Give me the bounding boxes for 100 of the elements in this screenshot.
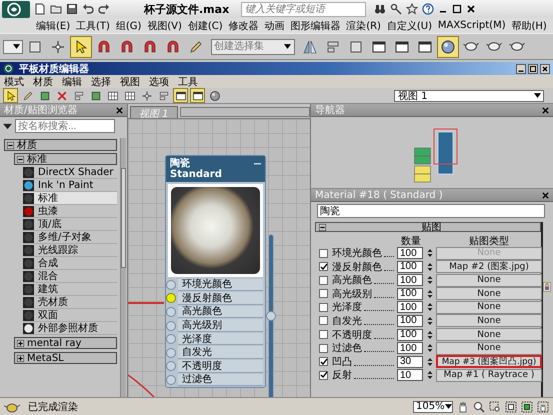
view-dropdown[interactable]: 视图 1 (394, 90, 544, 102)
node-slot[interactable]: 高光级别 (178, 319, 263, 332)
menu-item[interactable]: 视图(V) (147, 18, 182, 32)
material-item[interactable]: 多维/子对象 (23, 231, 117, 244)
spinner-icon[interactable] (427, 262, 433, 272)
material-item[interactable]: 光线跟踪 (23, 244, 117, 257)
material-item[interactable]: 混合 (23, 270, 117, 283)
close-icon[interactable] (542, 106, 549, 114)
input-port[interactable] (166, 348, 176, 358)
menu-item[interactable]: 创建(C) (188, 18, 223, 32)
checkbox[interactable] (319, 302, 328, 312)
scrollbar[interactable] (120, 138, 126, 397)
menu-item[interactable]: 编辑 (62, 74, 82, 88)
zoom-extents-icon[interactable] (505, 400, 517, 412)
map-button[interactable]: None (436, 342, 542, 355)
material-item[interactable]: 虫漆 (23, 205, 117, 218)
rollout-header[interactable]: 贴图 (315, 222, 541, 232)
close-icon[interactable] (542, 192, 549, 198)
spinner-icon[interactable] (427, 302, 433, 312)
amount-field[interactable]: 100 (397, 314, 423, 327)
group-header[interactable]: 材质 (4, 139, 117, 151)
node-slot[interactable]: 过滤色 (178, 374, 263, 386)
toolbar-button[interactable] (190, 88, 205, 103)
input-port[interactable] (166, 306, 176, 317)
hand-icon[interactable] (457, 400, 469, 412)
material-item[interactable]: 标准 (23, 192, 117, 205)
search-field[interactable]: 按名称搜索... (15, 119, 115, 133)
menu-item[interactable]: 图形编辑器 (290, 18, 340, 32)
amount-field[interactable]: 100 (397, 274, 423, 286)
save-icon[interactable] (66, 3, 78, 15)
spinner-icon[interactable] (427, 288, 433, 299)
amount-field[interactable]: 100 (397, 342, 423, 354)
menu-item[interactable]: MAXScript(M) (438, 20, 506, 31)
group-header[interactable]: MetaSL (14, 352, 117, 364)
input-port[interactable] (166, 361, 176, 372)
checkbox[interactable] (319, 316, 328, 326)
spinner-icon[interactable] (427, 275, 433, 286)
toolbar-button[interactable] (3, 88, 18, 103)
map-button[interactable]: None (436, 274, 542, 287)
spinner-icon[interactable] (427, 343, 433, 354)
redo-icon[interactable] (98, 3, 110, 15)
amount-field[interactable]: 100 (397, 288, 423, 300)
menu-item[interactable]: 帮助(H) (512, 18, 547, 32)
teapot-icon[interactable] (4, 400, 20, 412)
map-button[interactable]: Map #1 ( Raytrace ) (436, 368, 542, 382)
checkbox[interactable] (319, 370, 328, 380)
spinner-icon[interactable] (427, 370, 433, 380)
input-port[interactable] (166, 334, 176, 344)
maximize-icon[interactable] (528, 64, 538, 74)
input-port[interactable] (166, 374, 176, 385)
filter-icon[interactable] (3, 122, 12, 130)
map-button[interactable]: None (436, 287, 542, 300)
material-name-field[interactable]: 陶瓷 (317, 204, 545, 218)
menu-item[interactable]: 材质 (33, 74, 53, 88)
spinner-icon[interactable] (427, 330, 433, 340)
binoculars-icon[interactable] (374, 3, 386, 15)
map-button[interactable]: Map #2 (图案.jpg) (436, 260, 542, 274)
menu-item[interactable]: 工具 (178, 74, 198, 88)
zoom-region-icon[interactable] (489, 400, 501, 412)
help-icon[interactable] (422, 3, 434, 15)
checkbox[interactable] (319, 289, 328, 298)
node-slot[interactable]: 自发光 (178, 346, 263, 360)
node-slot[interactable]: 环境光颜色 (178, 278, 263, 292)
map-button[interactable]: Map #3 (图案凹凸.jpg) (436, 355, 542, 368)
hand-icon[interactable] (537, 400, 549, 412)
material-item[interactable]: 顶/底 (23, 218, 117, 231)
zoom-selected-icon[interactable] (521, 400, 533, 412)
menu-item[interactable]: 选择 (91, 74, 111, 88)
checkbox[interactable] (319, 330, 328, 340)
group-header[interactable]: mental ray (14, 337, 117, 349)
undo-icon[interactable] (82, 3, 94, 15)
search-field[interactable]: 键入关键字或短语 (241, 2, 366, 16)
amount-field[interactable]: 10 (397, 369, 423, 382)
amount-field[interactable]: 30 (397, 356, 423, 368)
material-item[interactable]: 双面 (23, 309, 117, 322)
input-port[interactable] (166, 280, 176, 290)
close-icon[interactable] (466, 4, 476, 14)
node-slot[interactable]: 光泽度 (178, 332, 263, 346)
menu-item[interactable]: 修改器 (228, 18, 259, 32)
collapse-icon[interactable] (254, 162, 261, 166)
output-port[interactable] (266, 311, 276, 321)
zoom-dropdown[interactable]: 105% (413, 400, 453, 412)
close-icon[interactable] (116, 106, 123, 114)
material-item[interactable]: 建筑 (23, 283, 117, 296)
menu-item[interactable]: 模式 (4, 74, 24, 88)
spinner-icon[interactable] (427, 356, 433, 367)
node-slot[interactable]: 不透明度 (178, 360, 263, 373)
material-item[interactable]: DirectX Shader (23, 166, 117, 179)
minimize-icon[interactable] (516, 64, 526, 74)
toolbar-button[interactable] (207, 88, 222, 103)
menu-item[interactable]: 编辑(E) (36, 18, 70, 32)
material-item[interactable]: 合成 (23, 257, 117, 270)
menu-item[interactable]: 自定义(U) (386, 18, 432, 32)
menu-item[interactable]: 组(G) (116, 18, 142, 32)
toolbar-button[interactable] (437, 36, 459, 58)
star-icon[interactable] (406, 3, 418, 15)
menu-item[interactable]: 选项 (149, 74, 169, 88)
input-port[interactable] (166, 293, 176, 304)
node-canvas[interactable]: 陶瓷 Standard 环境光颜色 漫反射颜色 高光颜色 高光级别 光泽度 自发光 不透明度 过滤色 (128, 118, 310, 397)
amount-field[interactable]: 100 (397, 260, 423, 273)
